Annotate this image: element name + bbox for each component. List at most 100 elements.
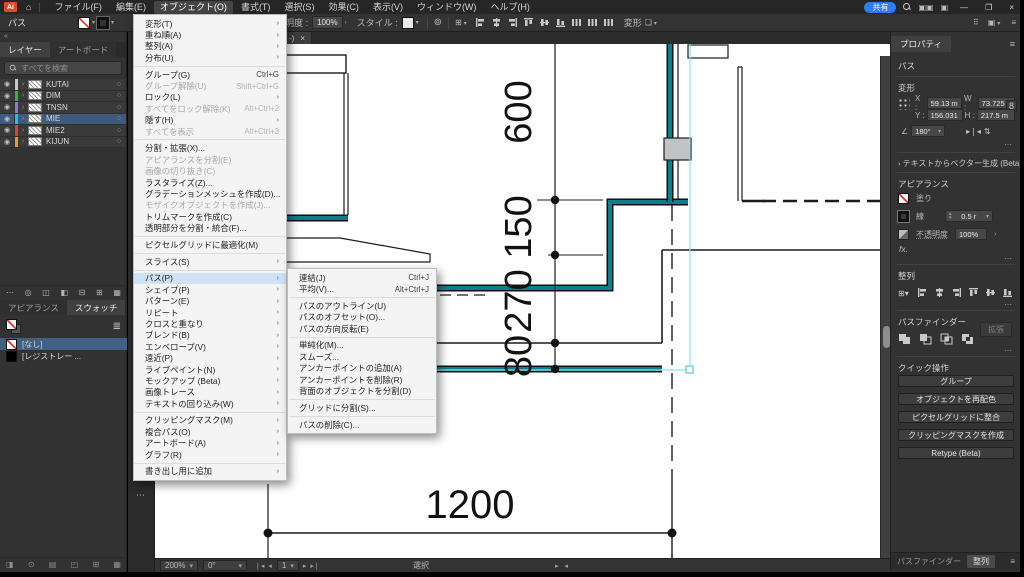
object-menu-item-27[interactable]: パターン(E)› — [134, 295, 286, 306]
visibility-eye-icon[interactable]: ◉ — [0, 92, 14, 100]
expand-chevron-icon[interactable]: › — [18, 138, 28, 145]
tab-align[interactable]: 整列 — [967, 555, 995, 568]
swatch-row-registration[interactable]: [レジストレー ... — [0, 350, 127, 362]
target-circle-icon[interactable]: ○ — [112, 81, 126, 88]
visibility-eye-icon[interactable]: ◉ — [0, 126, 14, 134]
object-menu-item-32[interactable]: 遠近(P)› — [134, 352, 286, 363]
layer-row-TNSN[interactable]: ◉›TNSN○ — [0, 102, 126, 114]
path-submenu-item-7[interactable]: 単純化(M)... — [288, 340, 436, 351]
visibility-eye-icon[interactable]: ◉ — [0, 138, 14, 146]
unite-icon[interactable] — [898, 330, 911, 348]
menubar-item[interactable]: 書式(T) — [235, 1, 277, 14]
y-input[interactable]: 156.031 — [927, 109, 963, 121]
expand-chevron-icon[interactable]: › — [18, 81, 28, 88]
reference-point-selector[interactable] — [898, 98, 910, 110]
object-menu-item-28[interactable]: リピート› — [134, 307, 286, 318]
style-swatch[interactable] — [402, 17, 414, 29]
layer-row-KUTAI[interactable]: ◉›KUTAI○ — [0, 79, 126, 91]
fill-swatch[interactable] — [898, 193, 909, 204]
locate-object-icon[interactable]: ◎ — [25, 288, 32, 297]
object-menu-item-21[interactable]: ピクセルグリッドに最適化(M) — [134, 239, 286, 250]
object-menu-item-19[interactable]: 透明部分を分割・統合(F)... — [134, 222, 286, 233]
target-circle-icon[interactable]: ○ — [112, 104, 126, 111]
path-submenu-item-9[interactable]: アンカーポイントの追加(A) — [288, 362, 436, 373]
align-left-icon[interactable] — [475, 17, 486, 28]
restore-button[interactable]: ❐ — [980, 3, 997, 12]
chevron-right-icon[interactable]: › — [345, 20, 347, 26]
expand-chevron-icon[interactable]: › — [18, 127, 28, 134]
expand-button[interactable]: 拡張 — [980, 322, 1012, 337]
object-menu-item-40[interactable]: アートボード(A)› — [134, 438, 286, 449]
quick-action-button-1[interactable]: オブジェクトを再配色 — [898, 393, 1014, 405]
chevron-down-icon[interactable]: ▾ — [416, 19, 419, 26]
chevron-down-icon[interactable]: ▾ — [92, 19, 95, 26]
target-circle-icon[interactable]: ○ — [112, 127, 126, 134]
exclude-icon[interactable] — [961, 330, 974, 348]
object-menu-item-31[interactable]: エンベロープ(V)› — [134, 341, 286, 352]
path-submenu-item-1[interactable]: 平均(V)...Alt+Ctrl+J — [288, 283, 436, 294]
object-menu-item-36[interactable]: テキストの回り込み(W)› — [134, 398, 286, 409]
new-color-group-icon[interactable]: ◰ — [71, 560, 79, 569]
select-similar-icon[interactable]: ⊞▾ — [455, 18, 469, 27]
close-button[interactable]: × — [1004, 3, 1019, 12]
align-vcenter-icon[interactable] — [539, 17, 550, 28]
transform-panel-icon[interactable]: ❏▾ — [645, 18, 659, 27]
x-input[interactable]: 59.13 m — [927, 97, 962, 109]
object-menu-item-43[interactable]: 書き出し用に追加› — [134, 466, 286, 477]
path-submenu-item-5[interactable]: パスの方向反転(E) — [288, 323, 436, 334]
object-menu-item-3[interactable]: 分布(U)› — [134, 52, 286, 63]
intersect-icon[interactable] — [940, 330, 953, 348]
align-top-icon[interactable] — [523, 17, 534, 28]
more-options-icon[interactable]: ⋯ — [6, 288, 14, 297]
align-hcenter-icon[interactable] — [491, 17, 502, 28]
expand-chevron-icon[interactable]: › — [18, 115, 28, 122]
visibility-eye-icon[interactable]: ◉ — [0, 80, 14, 88]
path-submenu-item-4[interactable]: パスのオフセット(O)... — [288, 312, 436, 323]
minimize-button[interactable]: — — [955, 3, 973, 12]
menubar-item[interactable]: 効果(C) — [322, 1, 365, 14]
tab-properties[interactable]: プロパティ — [891, 36, 951, 52]
visibility-eye-icon[interactable]: ◉ — [0, 103, 14, 111]
swatch-kind-icon[interactable]: ▤ — [49, 560, 57, 569]
stroke-width-stepper[interactable]: ▴▾ 0.5 r ▾ — [945, 210, 993, 222]
layer-row-MIE[interactable]: ◉›MIE○ — [0, 114, 126, 126]
object-menu-item-35[interactable]: 画像トレース› — [134, 387, 286, 398]
quick-action-button-4[interactable]: Retype (Beta) — [898, 447, 1014, 459]
object-menu-item-0[interactable]: 変形(T)› — [134, 18, 286, 29]
more-options-icon[interactable]: ⋯ — [1004, 300, 1012, 309]
collapse-dock-icon[interactable]: « — [4, 33, 8, 41]
menubar-item[interactable]: ヘルプ(H) — [484, 1, 536, 14]
object-menu-item-18[interactable]: トリムマークを作成(C) — [134, 211, 286, 222]
search-icon[interactable] — [903, 3, 911, 11]
zoom-level-dropdown[interactable]: 200%▾ — [160, 560, 198, 571]
more-panels-icon[interactable]: ⋯ — [136, 490, 145, 501]
selection-anchor-handle[interactable] — [686, 366, 693, 373]
new-layer-icon[interactable]: ⊞ — [96, 288, 103, 297]
doc-setup-icon[interactable]: ▣▾ — [988, 18, 1003, 27]
h-input[interactable]: 217.5 m — [977, 109, 1015, 121]
opacity-input[interactable]: 100% — [955, 228, 987, 240]
menubar-item[interactable]: ファイル(F) — [48, 1, 108, 14]
path-submenu-item-13[interactable]: グリッドに分割(S)... — [288, 402, 436, 413]
minus-front-icon[interactable] — [919, 330, 932, 348]
align-to-dropdown[interactable]: ⊞▾ — [898, 289, 909, 298]
layer-row-KIJUN[interactable]: ◉›KIJUN○ — [0, 137, 126, 149]
rotation-angle-dropdown[interactable]: 180°▾ — [911, 125, 945, 137]
target-circle-icon[interactable]: ○ — [112, 138, 126, 145]
menubar-item[interactable]: 表示(V) — [367, 1, 409, 14]
fill-swatch[interactable] — [78, 17, 90, 29]
object-menu-item-34[interactable]: モックアップ (Beta)› — [134, 375, 286, 386]
target-circle-icon[interactable]: ○ — [112, 115, 126, 122]
object-menu-item-38[interactable]: クリッピングマスク(M)› — [134, 415, 286, 426]
opacity-link[interactable]: 不透明度 — [916, 229, 948, 240]
fx-button[interactable]: fx. — [899, 244, 1024, 254]
object-menu-item-23[interactable]: スライス(S)› — [134, 256, 286, 267]
layer-row-MIE2[interactable]: ◉›MIE2○ — [0, 125, 126, 137]
object-menu-item-5[interactable]: グループ(G)Ctrl+G — [134, 69, 286, 80]
tab-pathfinder[interactable]: パスファインダー — [897, 556, 961, 567]
path-submenu-item-8[interactable]: スムーズ... — [288, 351, 436, 362]
new-swatch-icon[interactable]: ⊞ — [92, 560, 99, 569]
visibility-eye-icon[interactable]: ◉ — [0, 115, 14, 123]
tab-スウォッチ[interactable]: スウォッチ — [67, 300, 126, 315]
more-options-icon[interactable]: ⋯ — [1004, 140, 1012, 149]
